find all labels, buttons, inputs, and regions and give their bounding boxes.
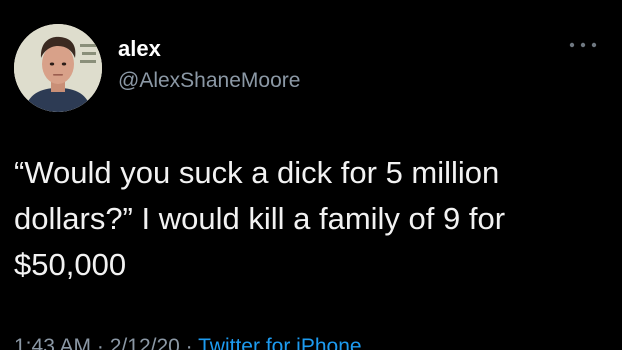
tweet-meta: 1:43 AM · 2/12/20 · Twitter for iPhone xyxy=(14,334,362,350)
ellipsis-icon[interactable] xyxy=(566,38,600,52)
tweet-text: “Would you suck a dick for 5 million dol… xyxy=(14,155,506,282)
tweet-time[interactable]: 1:43 AM xyxy=(14,335,91,350)
tweet-card: alex @AlexShaneMoore “Would you suck a d… xyxy=(0,0,622,350)
display-name[interactable]: alex xyxy=(118,36,161,62)
tweet-source[interactable]: Twitter for iPhone xyxy=(198,335,361,350)
tweet-date[interactable]: 2/12/20 xyxy=(110,335,180,350)
id-photo-avatar-icon xyxy=(14,24,102,112)
meta-separator: · xyxy=(96,335,104,350)
avatar[interactable] xyxy=(14,24,102,112)
meta-separator: · xyxy=(185,335,193,350)
user-handle[interactable]: @AlexShaneMoore xyxy=(118,68,300,94)
